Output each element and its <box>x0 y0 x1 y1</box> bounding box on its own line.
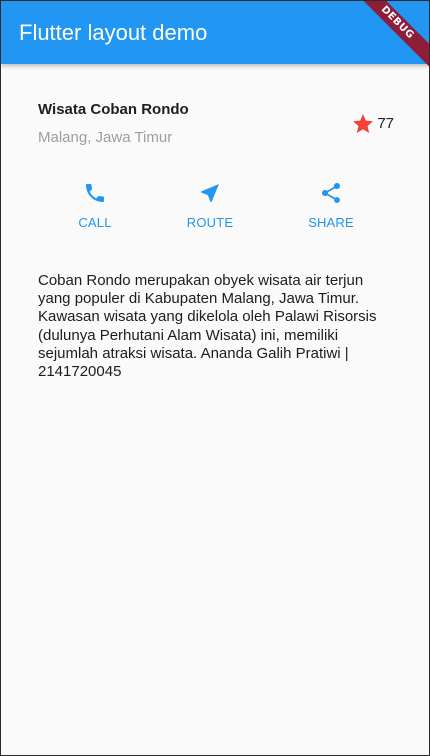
route-button[interactable]: ROUTE <box>165 181 255 231</box>
app-window: Flutter layout demo DEBUG Wisata Coban R… <box>0 0 430 756</box>
place-name: Wisata Coban Rondo <box>38 101 189 118</box>
share-label: SHARE <box>308 215 354 230</box>
share-icon <box>286 181 376 205</box>
share-button[interactable]: SHARE <box>286 181 376 231</box>
route-label: ROUTE <box>186 215 234 230</box>
app-bar-title: Flutter layout demo <box>19 20 208 45</box>
title-section: Wisata Coban Rondo Malang, Jawa Timur 77 <box>38 100 394 152</box>
action-buttons: CALL ROUTE SHARE <box>1 181 429 241</box>
description-text: Coban Rondo merupakan obyek wisata air t… <box>38 272 377 381</box>
rating-count: 77 <box>377 115 394 132</box>
call-label: CALL <box>78 215 112 230</box>
rating: 77 <box>351 112 394 136</box>
phone-icon <box>50 181 140 205</box>
navigation-icon <box>165 181 255 205</box>
star-icon <box>351 112 375 136</box>
call-button[interactable]: CALL <box>50 181 140 231</box>
place-location: Malang, Jawa Timur <box>38 129 173 146</box>
app-bar: Flutter layout demo <box>1 1 429 64</box>
